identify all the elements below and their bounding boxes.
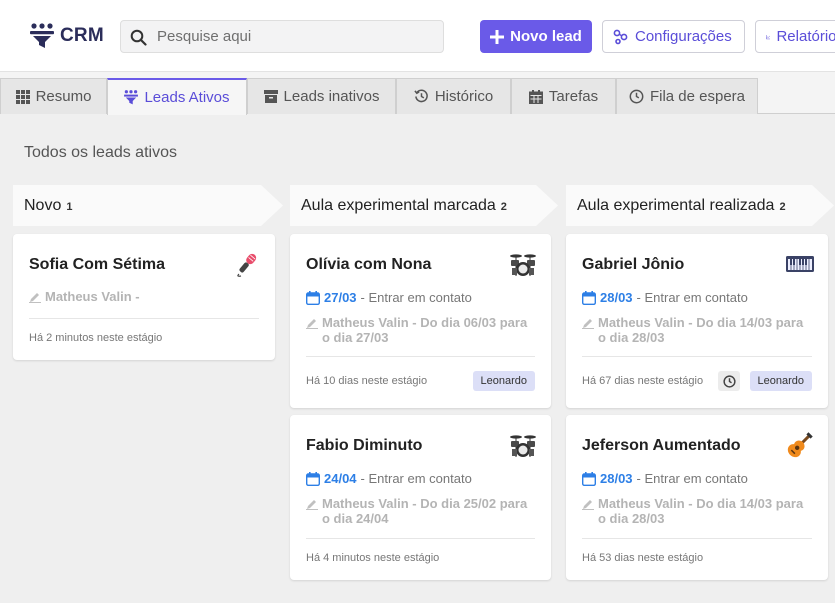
search-icon <box>130 29 147 46</box>
stage-time: Há 10 dias neste estágio <box>306 375 428 387</box>
tab-leads-ativos[interactable]: Leads Ativos <box>107 78 247 115</box>
drums-icon <box>510 435 536 457</box>
tab-label: Tarefas <box>548 88 599 105</box>
lead-name: Fabio Diminuto <box>306 437 423 454</box>
funnel-people-icon <box>30 23 54 48</box>
stage-time: Há 67 dias neste estágio <box>582 375 704 387</box>
card-divider <box>306 538 535 539</box>
tab-bar: Resumo Leads Ativos Leads inativos Histó… <box>0 72 835 115</box>
logo-text: CRM <box>60 25 104 46</box>
calendar-icon <box>306 290 320 305</box>
column-title: Aula experimental realizada <box>577 197 775 214</box>
lead-task-date: 24/04 - Entrar em contato <box>306 471 472 486</box>
microphone-icon <box>237 253 257 277</box>
tab-label: Leads Ativos <box>144 89 230 106</box>
column-title: Aula experimental marcada <box>301 197 496 214</box>
search-box[interactable] <box>120 20 444 53</box>
lead-owner: Matheus Valin - <box>29 289 260 304</box>
assignee-badge: Leonardo <box>472 371 535 391</box>
reports-label: Relatórios <box>776 28 835 45</box>
column-count: 2 <box>779 201 786 213</box>
tab-label: Fila de espera <box>649 88 746 105</box>
lead-task-date: 28/03 - Entrar em contato <box>582 471 748 486</box>
top-header: CRM Novo lead Configurações Relatórios <box>0 0 835 72</box>
tab-leads-inativos[interactable]: Leads inativos <box>247 78 396 114</box>
crm-logo[interactable]: CRM <box>30 21 104 51</box>
new-lead-label: Novo lead <box>510 28 582 45</box>
tab-label: Leads inativos <box>283 88 380 105</box>
plus-icon <box>490 29 505 44</box>
card-divider <box>306 356 535 357</box>
stage-time: Há 4 minutos neste estágio <box>306 552 440 564</box>
guitar-icon <box>787 432 813 458</box>
tab-historico[interactable]: Histórico <box>396 78 511 114</box>
pencil-icon <box>306 500 318 510</box>
column-count: 2 <box>500 201 507 213</box>
history-icon <box>414 89 428 103</box>
pencil-icon <box>582 319 594 329</box>
clock-icon <box>629 89 644 104</box>
lead-card-gabriel[interactable]: Gabriel Jônio 28/03 - Entrar em contato … <box>566 234 828 408</box>
settings-button[interactable]: Configurações <box>602 20 745 53</box>
column-header-aula-realizada: Aula experimental realizada 2 <box>566 185 835 226</box>
reports-button[interactable]: Relatórios <box>755 20 835 53</box>
stage-time: Há 2 minutos neste estágio <box>29 332 163 344</box>
tab-label: Resumo <box>35 88 92 105</box>
page-title: Todos os leads ativos <box>24 144 177 161</box>
pending-task-badge[interactable] <box>718 371 740 391</box>
column-header-novo: Novo 1 <box>13 185 283 226</box>
tab-label: Histórico <box>434 88 494 105</box>
tab-fila-de-espera[interactable]: Fila de espera <box>616 78 758 114</box>
chart-line-icon <box>766 34 771 39</box>
funnel-people-icon <box>124 90 139 105</box>
card-divider <box>582 538 812 539</box>
settings-nodes-icon <box>613 29 628 44</box>
card-divider <box>582 356 812 357</box>
lead-owner: Matheus Valin - Do dia 14/03 para o dia … <box>582 315 813 345</box>
lead-card-sofia[interactable]: Sofia Com Sétima Matheus Valin - Há 2 mi… <box>13 234 275 360</box>
column-header-aula-marcada: Aula experimental marcada 2 <box>290 185 558 226</box>
card-divider <box>29 318 259 319</box>
drums-icon <box>510 254 536 276</box>
new-lead-button[interactable]: Novo lead <box>480 20 592 53</box>
stage-time: Há 53 dias neste estágio <box>582 552 704 564</box>
calendar-icon <box>306 471 320 486</box>
calendar-icon <box>528 89 543 104</box>
calendar-icon <box>582 290 596 305</box>
search-input[interactable] <box>157 21 437 52</box>
lead-name: Sofia Com Sétima <box>29 256 166 273</box>
pencil-icon <box>582 500 594 510</box>
lead-card-fabio[interactable]: Fabio Diminuto 24/04 - Entrar em contato… <box>290 415 551 580</box>
lead-task-date: 28/03 - Entrar em contato <box>582 290 748 305</box>
column-title: Novo <box>24 197 62 214</box>
column-count: 1 <box>66 201 73 213</box>
keyboard-icon <box>786 256 814 272</box>
lead-owner: Matheus Valin - Do dia 25/02 para o dia … <box>306 496 537 526</box>
calendar-icon <box>582 471 596 486</box>
pencil-icon <box>29 293 41 303</box>
tab-resumo[interactable]: Resumo <box>0 78 107 114</box>
lead-task-date: 27/03 - Entrar em contato <box>306 290 472 305</box>
lead-card-olivia[interactable]: Olívia com Nona 27/03 - Entrar em contat… <box>290 234 551 408</box>
lead-owner: Matheus Valin - Do dia 06/03 para o dia … <box>306 315 537 345</box>
lead-card-jeferson[interactable]: Jeferson Aumentado 28/03 - Entrar em con… <box>566 415 828 580</box>
lead-owner: Matheus Valin - Do dia 14/03 para o dia … <box>582 496 813 526</box>
pencil-icon <box>306 319 318 329</box>
assignee-badge: Leonardo <box>749 371 812 391</box>
tab-tarefas[interactable]: Tarefas <box>511 78 616 114</box>
settings-label: Configurações <box>635 28 732 45</box>
lead-name: Gabriel Jônio <box>582 256 685 273</box>
lead-name: Olívia com Nona <box>306 256 432 273</box>
archive-icon <box>263 90 278 103</box>
lead-name: Jeferson Aumentado <box>582 437 741 454</box>
grid-icon <box>15 89 30 104</box>
clock-icon <box>722 374 736 388</box>
